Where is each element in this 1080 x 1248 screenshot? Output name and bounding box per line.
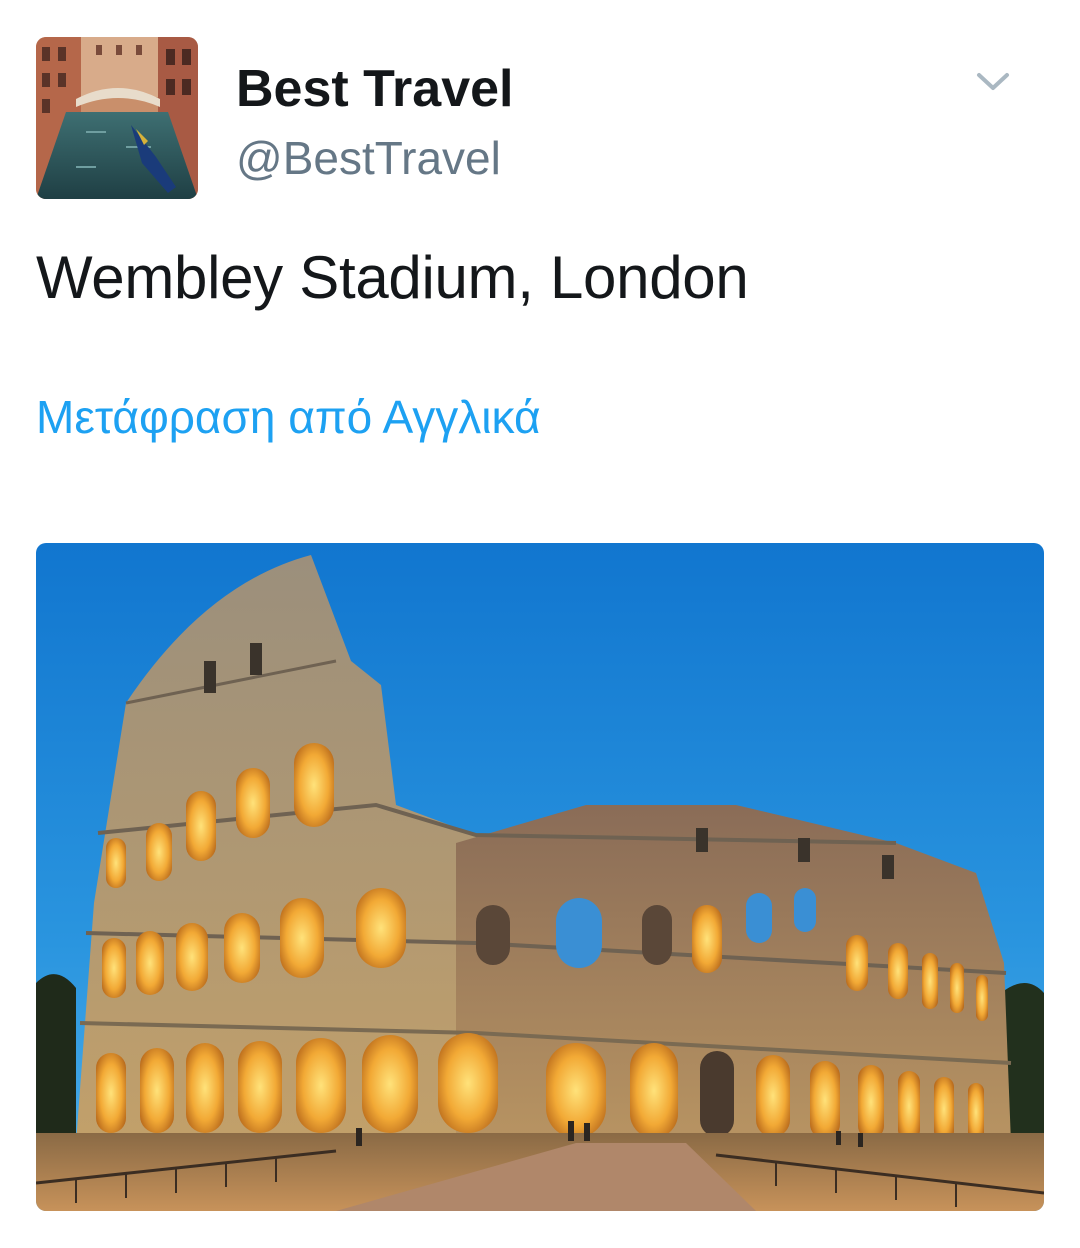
colosseum-photo: [36, 543, 1044, 1211]
author-handle[interactable]: @BestTravel: [236, 130, 501, 186]
author-display-name[interactable]: Best Travel: [236, 58, 514, 120]
chevron-down-icon: [977, 73, 1009, 90]
author-avatar[interactable]: [36, 37, 198, 199]
tweet-card: Best Travel @BestTravel Wembley Stadium,…: [0, 0, 1080, 1248]
tweet-media-image[interactable]: [36, 543, 1044, 1211]
translate-tweet-link[interactable]: Μετάφραση από Αγγλικά: [36, 388, 541, 446]
venice-canal-image: [36, 37, 198, 199]
tweet-text: Wembley Stadium, London: [36, 244, 749, 311]
tweet-menu-button[interactable]: [972, 64, 1014, 100]
